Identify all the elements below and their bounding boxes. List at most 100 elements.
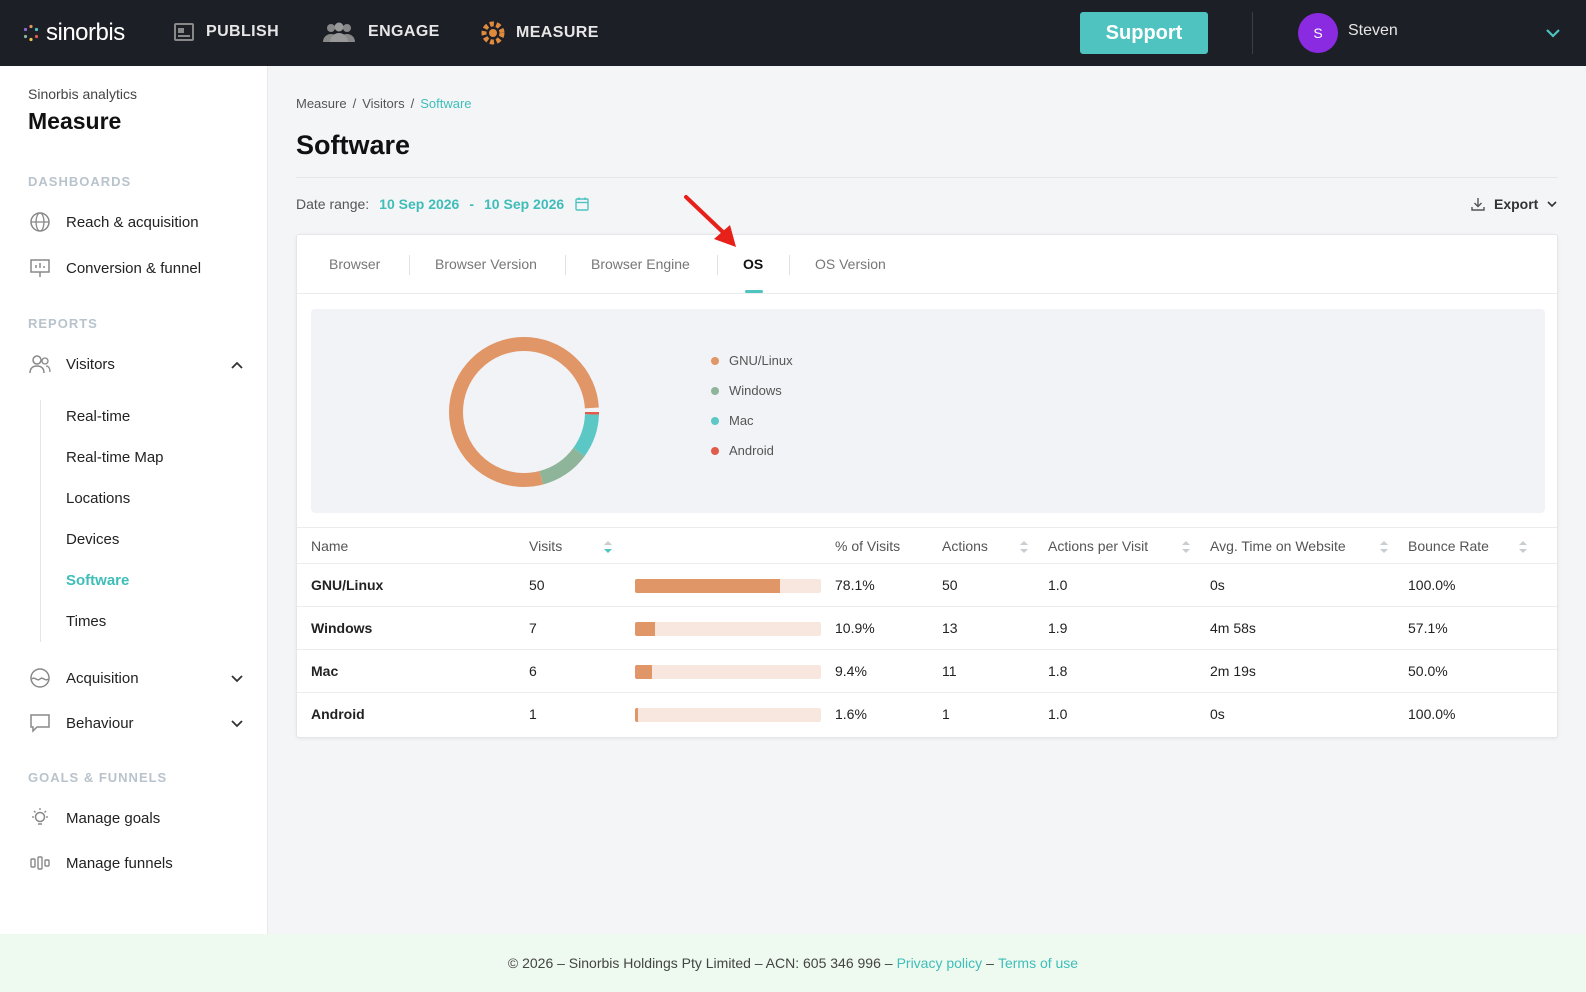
date-from[interactable]: 10 Sep 2026 bbox=[379, 196, 459, 212]
tab-os[interactable]: OS bbox=[743, 256, 763, 272]
footer-copyright: © 2026 – Sinorbis Holdings Pty Limited –… bbox=[507, 955, 893, 971]
column-header-actions-per-visit[interactable]: Actions per Visit bbox=[1048, 538, 1148, 554]
calendar-icon[interactable] bbox=[574, 196, 590, 212]
privacy-policy-link[interactable]: Privacy policy bbox=[897, 955, 983, 971]
support-button[interactable]: Support bbox=[1080, 12, 1208, 54]
tab-separator bbox=[789, 255, 790, 275]
active-tab-indicator bbox=[745, 290, 763, 293]
sidebar-item-label: Behaviour bbox=[66, 714, 134, 732]
chevron-down-icon[interactable] bbox=[230, 672, 244, 686]
section-dashboards: DASHBOARDS bbox=[28, 174, 132, 189]
table-row[interactable]: Windows 7 10.9% 13 1.9 4m 58s 57.1% bbox=[297, 607, 1557, 650]
user-menu-chevron-down-icon[interactable] bbox=[1544, 24, 1562, 42]
tab-browser[interactable]: Browser bbox=[329, 256, 380, 272]
sidebar: Sinorbis analytics Measure DASHBOARDS Re… bbox=[0, 66, 268, 934]
sinorbis-logo-icon bbox=[23, 24, 39, 42]
user-name[interactable]: Steven bbox=[1348, 22, 1398, 40]
table-row[interactable]: Mac 6 9.4% 11 1.8 2m 19s 50.0% bbox=[297, 650, 1557, 693]
sidebar-subitem-realtime[interactable]: Real-time bbox=[66, 408, 130, 425]
sidebar-subitem-software[interactable]: Software bbox=[66, 572, 129, 589]
avatar[interactable]: S bbox=[1298, 13, 1338, 53]
brand-logo[interactable]: sinorbis bbox=[22, 19, 172, 47]
column-header-avg-time[interactable]: Avg. Time on Website bbox=[1210, 538, 1346, 554]
engage-icon bbox=[323, 22, 355, 42]
cell-visits: 1 bbox=[529, 706, 537, 722]
cell-actions: 13 bbox=[942, 620, 958, 636]
cell-actions-per-visit: 1.8 bbox=[1048, 663, 1068, 679]
legend-dot bbox=[711, 356, 719, 365]
sort-icon[interactable] bbox=[1518, 539, 1528, 555]
cell-avg-time: 0s bbox=[1210, 706, 1225, 722]
table-row[interactable]: Android 1 1.6% 1 1.0 0s 100.0% bbox=[297, 693, 1557, 736]
cell-actions-per-visit: 1.0 bbox=[1048, 577, 1068, 593]
date-to[interactable]: 10 Sep 2026 bbox=[484, 196, 564, 212]
nav-engage[interactable]: ENGAGE bbox=[320, 20, 440, 44]
cell-actions-per-visit: 1.0 bbox=[1048, 706, 1068, 722]
legend-item-mac: Mac bbox=[711, 413, 754, 428]
report-card: Browser Browser Version Browser Engine O… bbox=[296, 234, 1558, 738]
sidebar-item-reach-acquisition[interactable]: Reach & acquisition bbox=[28, 210, 199, 234]
tab-browser-engine[interactable]: Browser Engine bbox=[591, 256, 690, 272]
sidebar-item-label: Manage goals bbox=[66, 809, 161, 827]
tab-separator bbox=[409, 255, 410, 275]
sidebar-item-manage-funnels[interactable]: Manage funnels bbox=[28, 851, 173, 875]
tab-separator bbox=[717, 255, 718, 275]
sidebar-subitem-devices[interactable]: Devices bbox=[66, 531, 119, 548]
sort-icon[interactable] bbox=[1379, 539, 1389, 555]
section-goals-funnels: GOALS & FUNNELS bbox=[28, 770, 168, 785]
acquisition-icon bbox=[30, 668, 50, 688]
cell-name: Android bbox=[311, 706, 365, 722]
cell-bounce-rate: 50.0% bbox=[1408, 663, 1448, 679]
sidebar-item-visitors[interactable]: Visitors bbox=[28, 352, 115, 376]
footer: © 2026 – Sinorbis Holdings Pty Limited –… bbox=[0, 934, 1586, 992]
sort-icon[interactable] bbox=[1181, 539, 1191, 555]
download-icon bbox=[1471, 198, 1485, 211]
cell-name: Mac bbox=[311, 663, 339, 679]
table-row[interactable]: GNU/Linux 50 78.1% 50 1.0 0s 100.0% bbox=[297, 564, 1557, 607]
breadcrumb: Measure / Visitors / Software bbox=[296, 96, 472, 111]
column-header-pct-visits[interactable]: % of Visits bbox=[835, 538, 900, 554]
sidebar-subitem-realtime-map[interactable]: Real-time Map bbox=[66, 449, 164, 466]
terms-of-use-link[interactable]: Terms of use bbox=[998, 955, 1078, 971]
cell-bounce-rate: 100.0% bbox=[1408, 577, 1456, 593]
sidebar-item-manage-goals[interactable]: Manage goals bbox=[28, 806, 160, 830]
sidebar-item-label: Manage funnels bbox=[66, 854, 173, 872]
date-range-label: Date range: bbox=[296, 196, 370, 212]
breadcrumb-visitors[interactable]: Visitors bbox=[362, 96, 404, 111]
sidebar-item-label: Acquisition bbox=[66, 669, 139, 687]
topbar-divider bbox=[1252, 12, 1253, 54]
sort-icon[interactable] bbox=[1019, 539, 1029, 555]
tab-os-version[interactable]: OS Version bbox=[815, 256, 886, 272]
os-donut-chart bbox=[449, 337, 599, 487]
visitors-icon bbox=[29, 355, 51, 374]
sidebar-item-label: Reach & acquisition bbox=[66, 213, 199, 231]
legend-item-android: Android bbox=[711, 443, 774, 458]
chevron-down-icon[interactable] bbox=[230, 717, 244, 731]
chevron-up-icon[interactable] bbox=[230, 358, 244, 372]
sidebar-subitem-times[interactable]: Times bbox=[66, 613, 106, 630]
cell-actions-per-visit: 1.9 bbox=[1048, 620, 1068, 636]
export-button[interactable]: Export bbox=[1470, 196, 1558, 212]
breadcrumb-measure[interactable]: Measure bbox=[296, 96, 347, 111]
presentation-icon bbox=[30, 259, 50, 277]
sort-active-icon[interactable] bbox=[603, 539, 613, 555]
cell-pct: 78.1% bbox=[835, 577, 875, 593]
cell-name: Windows bbox=[311, 620, 373, 636]
nav-publish[interactable]: PUBLISH bbox=[172, 20, 279, 44]
sidebar-subitem-locations[interactable]: Locations bbox=[66, 490, 130, 507]
cell-actions: 1 bbox=[942, 706, 950, 722]
sidebar-item-conversion-funnel[interactable]: Conversion & funnel bbox=[28, 256, 201, 280]
visits-bar-fill bbox=[635, 708, 638, 722]
sidebar-item-behaviour[interactable]: Behaviour bbox=[28, 711, 134, 735]
tab-separator bbox=[565, 255, 566, 275]
nav-measure[interactable]: MEASURE bbox=[480, 20, 599, 46]
tabs: Browser Browser Version Browser Engine O… bbox=[297, 235, 1557, 294]
column-header-name[interactable]: Name bbox=[311, 538, 348, 554]
sidebar-item-acquisition[interactable]: Acquisition bbox=[28, 666, 139, 690]
tab-browser-version[interactable]: Browser Version bbox=[435, 256, 537, 272]
legend-label: Mac bbox=[729, 413, 754, 428]
column-header-visits[interactable]: Visits bbox=[529, 538, 562, 554]
column-header-bounce-rate[interactable]: Bounce Rate bbox=[1408, 538, 1489, 554]
column-header-actions[interactable]: Actions bbox=[942, 538, 988, 554]
table-header: Name Visits % of Visits Actions Actions … bbox=[297, 527, 1557, 564]
